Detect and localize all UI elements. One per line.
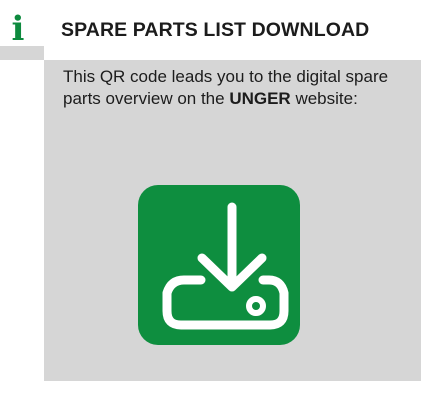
notice-text-after: website: bbox=[290, 88, 358, 108]
info-icon: i bbox=[11, 9, 25, 49]
download-icon-graphic bbox=[162, 202, 289, 330]
notice-title: SPARE PARTS LIST DOWNLOAD bbox=[61, 19, 370, 41]
brand-name: UNGER bbox=[229, 88, 291, 108]
notice-body-text: This QR code leads you to the digital sp… bbox=[63, 66, 393, 109]
spare-parts-notice: i SPARE PARTS LIST DOWNLOAD This QR code… bbox=[0, 0, 441, 407]
download-icon[interactable] bbox=[138, 185, 300, 345]
